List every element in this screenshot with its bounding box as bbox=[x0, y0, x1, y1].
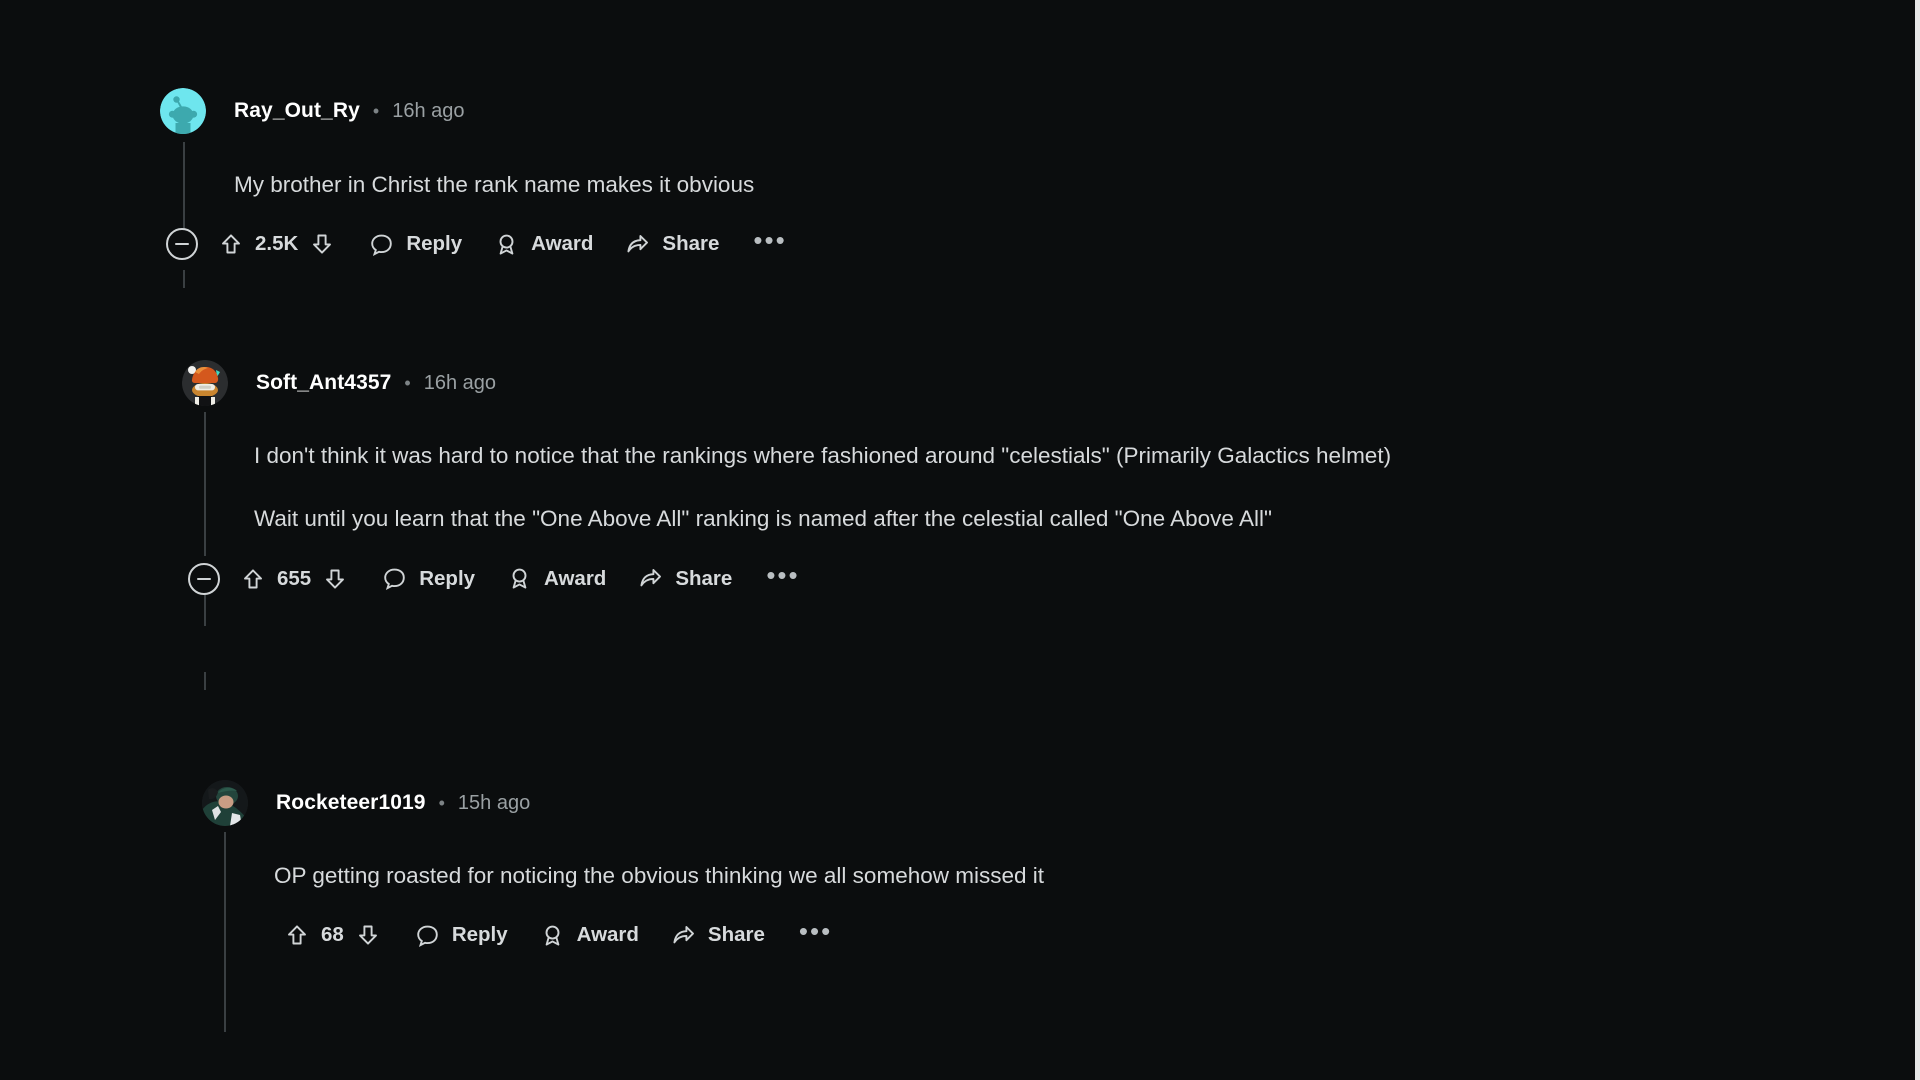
upvote-arrow-icon bbox=[288, 925, 306, 945]
comment-body: I don't think it was hard to notice that… bbox=[254, 438, 1484, 537]
comment-thread-page: Ray_Out_Ry • 16h ago My brother in Chris… bbox=[0, 0, 1920, 1080]
header-separator: • bbox=[438, 793, 445, 813]
orange-character-avatar-icon bbox=[182, 360, 228, 406]
minus-icon bbox=[175, 243, 189, 246]
reply-button[interactable]: Reply bbox=[415, 923, 508, 948]
comment-username[interactable]: Rocketeer1019 bbox=[276, 791, 426, 815]
award-ribbon-icon bbox=[512, 568, 527, 589]
comment-paragraph: I don't think it was hard to notice that… bbox=[254, 443, 1392, 468]
comment-bubble-icon bbox=[384, 568, 405, 591]
comment-item: Ray_Out_Ry • 16h ago My brother in Chris… bbox=[160, 88, 1860, 264]
upvote-arrow-icon bbox=[222, 234, 240, 254]
avatar[interactable] bbox=[202, 780, 248, 826]
upvote-button[interactable] bbox=[282, 920, 312, 950]
share-label: Share bbox=[675, 566, 733, 590]
award-label: Award bbox=[544, 566, 607, 590]
comment-paragraph: My brother in Christ the rank name makes… bbox=[234, 172, 755, 197]
award-ribbon-icon bbox=[499, 234, 514, 255]
comment-timestamp: 16h ago bbox=[423, 371, 497, 394]
vote-group: 2.5K bbox=[216, 229, 337, 259]
comment-timestamp: 15h ago bbox=[457, 791, 531, 814]
downvote-arrow-icon bbox=[358, 925, 377, 945]
vote-count: 68 bbox=[321, 923, 344, 947]
comment-header: Ray_Out_Ry • 16h ago bbox=[160, 88, 1860, 134]
upvote-button[interactable] bbox=[238, 564, 268, 594]
share-label: Share bbox=[662, 232, 720, 256]
reply-label: Reply bbox=[419, 566, 476, 590]
vote-group: 655 bbox=[238, 564, 350, 594]
avatar[interactable] bbox=[160, 88, 206, 134]
header-separator: • bbox=[404, 373, 411, 393]
share-arrow-icon bbox=[673, 925, 694, 944]
comment-item: Rocketeer1019 • 15h ago OP getting roast… bbox=[202, 780, 1902, 955]
page-right-edge-strip bbox=[1915, 0, 1920, 1080]
collapse-thread-button[interactable] bbox=[188, 562, 220, 595]
comment-paragraph: Wait until you learn that the "One Above… bbox=[254, 506, 1272, 532]
more-options-button[interactable]: ••• bbox=[766, 562, 799, 596]
comment-item: Soft_Ant4357 • 16h ago I don't think it … bbox=[182, 360, 1882, 599]
vote-count: 2.5K bbox=[255, 232, 299, 256]
comment-bubble-icon bbox=[417, 925, 438, 947]
thread-line-comment-2-lower[interactable] bbox=[204, 672, 206, 690]
award-button[interactable]: Award bbox=[540, 923, 639, 948]
comment-actions: 655 Reply Award Share ••• bbox=[182, 559, 1882, 599]
downvote-arrow-icon bbox=[313, 234, 332, 254]
reply-label: Reply bbox=[451, 923, 508, 947]
comment-header: Rocketeer1019 • 15h ago bbox=[202, 780, 1902, 826]
downvote-arrow-icon bbox=[326, 569, 345, 589]
collapse-thread-button[interactable] bbox=[166, 228, 198, 261]
downvote-button[interactable] bbox=[307, 229, 337, 259]
comment-header: Soft_Ant4357 • 16h ago bbox=[182, 360, 1882, 406]
share-arrow-icon bbox=[627, 234, 649, 253]
downvote-button[interactable] bbox=[320, 564, 350, 594]
award-label: Award bbox=[576, 923, 639, 947]
more-options-button[interactable]: ••• bbox=[799, 918, 832, 952]
header-separator: • bbox=[372, 101, 380, 121]
award-button[interactable]: Award bbox=[507, 566, 606, 591]
downvote-button[interactable] bbox=[353, 920, 383, 950]
more-options-button[interactable]: ••• bbox=[753, 227, 786, 261]
avatar[interactable] bbox=[182, 360, 228, 406]
comment-username[interactable]: Ray_Out_Ry bbox=[234, 99, 360, 123]
comment-actions: 68 Reply Award Share ••• bbox=[264, 915, 1902, 955]
comment-bubble-icon bbox=[371, 234, 393, 256]
award-ribbon-icon bbox=[545, 925, 560, 946]
upvote-button[interactable] bbox=[216, 229, 246, 259]
vote-count: 655 bbox=[277, 566, 312, 590]
comment-body: OP getting roasted for noticing the obvi… bbox=[274, 858, 1674, 893]
vote-group: 68 bbox=[282, 920, 383, 950]
person-green-hoodie-avatar-icon bbox=[202, 780, 248, 826]
share-button[interactable]: Share bbox=[671, 923, 765, 948]
share-button[interactable]: Share bbox=[625, 232, 719, 257]
upvote-arrow-icon bbox=[244, 569, 262, 589]
share-arrow-icon bbox=[640, 569, 662, 587]
share-button[interactable]: Share bbox=[638, 566, 732, 591]
comment-actions: 2.5K Reply Award Share ••• bbox=[160, 224, 1860, 264]
thread-line-comment-1-lower[interactable] bbox=[183, 270, 185, 288]
minus-icon bbox=[197, 577, 211, 580]
reddit-snoo-cyan-avatar-icon bbox=[160, 88, 206, 134]
comment-username[interactable]: Soft_Ant4357 bbox=[256, 371, 391, 395]
award-button[interactable]: Award bbox=[494, 232, 593, 257]
comment-timestamp: 16h ago bbox=[392, 99, 465, 122]
reply-label: Reply bbox=[406, 232, 463, 256]
share-label: Share bbox=[707, 923, 765, 947]
comment-body: My brother in Christ the rank name makes… bbox=[234, 167, 1634, 202]
award-label: Award bbox=[531, 232, 594, 256]
comment-paragraph: OP getting roasted for noticing the obvi… bbox=[274, 863, 1044, 888]
reply-button[interactable]: Reply bbox=[382, 566, 475, 591]
reply-button[interactable]: Reply bbox=[369, 232, 462, 257]
